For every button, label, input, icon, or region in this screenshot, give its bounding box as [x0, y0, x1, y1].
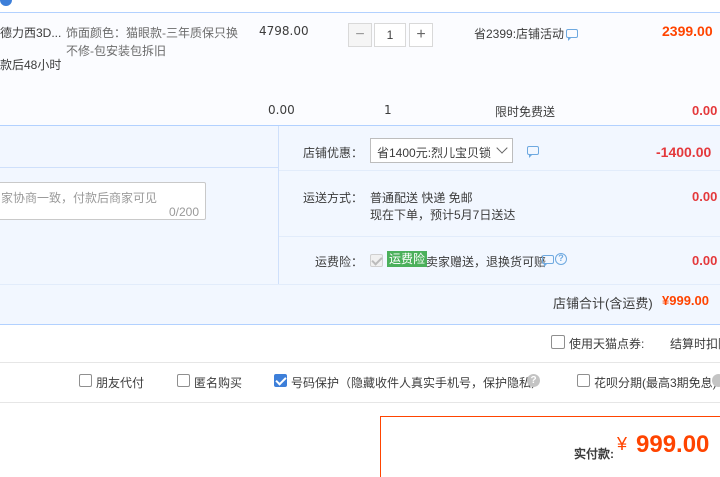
- payment-amount: 999.00: [636, 431, 710, 458]
- store-discount-amount: -1400.00: [656, 144, 712, 160]
- help-icon[interactable]: ?: [527, 374, 540, 387]
- panel-divider-1: [0, 167, 278, 168]
- quantity-input[interactable]: 1: [374, 23, 406, 47]
- tmall-points-settle: 结算时扣除: [670, 337, 720, 351]
- freight-insurance-label: 运费险：: [315, 255, 364, 269]
- points-divider: [0, 362, 720, 363]
- number-protection-checkbox[interactable]: [274, 374, 287, 387]
- product-name-line1[interactable]: 德力西3D...: [0, 24, 61, 41]
- payment-currency: ¥: [617, 434, 628, 454]
- help-icon[interactable]: [712, 374, 720, 387]
- info-dot-icon: [0, 0, 12, 6]
- number-protection-label: 号码保护（隐藏收件人真实手机号，保护隐私）: [291, 376, 544, 390]
- huabei-installment-checkbox[interactable]: [577, 374, 590, 387]
- shipping-label: 运送方式：: [303, 191, 364, 205]
- payment-divider: [0, 402, 720, 403]
- freight-insurance-desc: 卖家赠送，退换货可赔: [426, 255, 547, 269]
- panel-divider-right-2: [279, 236, 720, 237]
- shipping-eta: 现在下单，预计5月7日送达: [370, 208, 516, 222]
- freight-insurance-checkbox: [370, 254, 383, 267]
- message-counter: 0/200: [168, 205, 199, 219]
- decrease-quantity-button[interactable]: −: [348, 23, 372, 47]
- panel-divider-right-1: [279, 170, 720, 171]
- summary-quantity: 1: [384, 103, 392, 117]
- product-spec-line1: 饰面颜色：猫眼款-三年质保只换: [66, 26, 238, 40]
- anonymous-purchase-label: 匿名购买: [194, 376, 243, 390]
- message-placeholder: 家协商一致，付款后商家可见: [1, 191, 158, 205]
- freight-insurance-amount: 0.00: [692, 253, 718, 268]
- help-icon[interactable]: ?: [555, 253, 567, 265]
- tmall-points-checkbox[interactable]: [551, 335, 565, 349]
- store-discount-value: 省1400元:烈儿宝贝锁: [377, 146, 492, 160]
- quantity-value: 1: [386, 28, 394, 42]
- message-textarea[interactable]: 家协商一致，付款后商家可见 0/200: [0, 182, 206, 220]
- panel-divider-full: [0, 284, 720, 285]
- freight-insurance-badge: 运费险: [387, 251, 428, 267]
- store-total-amount: ¥999.00: [662, 293, 709, 308]
- summary-promo: 限时免费送: [495, 105, 556, 119]
- huabei-installment-label: 花呗分期(最高3期免息): [594, 376, 717, 390]
- shipping-method: 普通配送 快递 免邮: [370, 191, 473, 205]
- summary-price: 0.00: [268, 103, 295, 117]
- promo-text: 省2399:店铺活动: [474, 27, 565, 41]
- chat-icon[interactable]: [542, 255, 554, 267]
- product-name-line2: 款后48小时: [0, 58, 62, 72]
- store-total-label: 店铺合计(含运费): [553, 296, 653, 311]
- summary-subtotal: 0.00: [692, 103, 718, 118]
- product-spec-line2: 不修-包安装包拆旧: [66, 44, 166, 58]
- item-subtotal: 2399.00: [662, 23, 713, 39]
- anonymous-purchase-checkbox[interactable]: [177, 374, 190, 387]
- shipping-amount: 0.00: [692, 189, 718, 204]
- tmall-points-label: 使用天猫点券:: [569, 337, 645, 351]
- friend-pay-label: 朋友代付: [96, 376, 145, 390]
- unit-price: 4798.00: [259, 24, 309, 38]
- payment-label: 实付款:: [574, 447, 614, 461]
- chevron-down-icon: [496, 142, 508, 154]
- increase-quantity-button[interactable]: +: [409, 23, 433, 47]
- store-discount-label: 店铺优惠：: [303, 146, 364, 160]
- chat-icon[interactable]: [566, 29, 578, 41]
- friend-pay-checkbox[interactable]: [79, 374, 92, 387]
- store-discount-select[interactable]: 省1400元:烈儿宝贝锁: [370, 138, 513, 163]
- check-icon: [371, 254, 383, 266]
- chat-icon[interactable]: [527, 146, 539, 158]
